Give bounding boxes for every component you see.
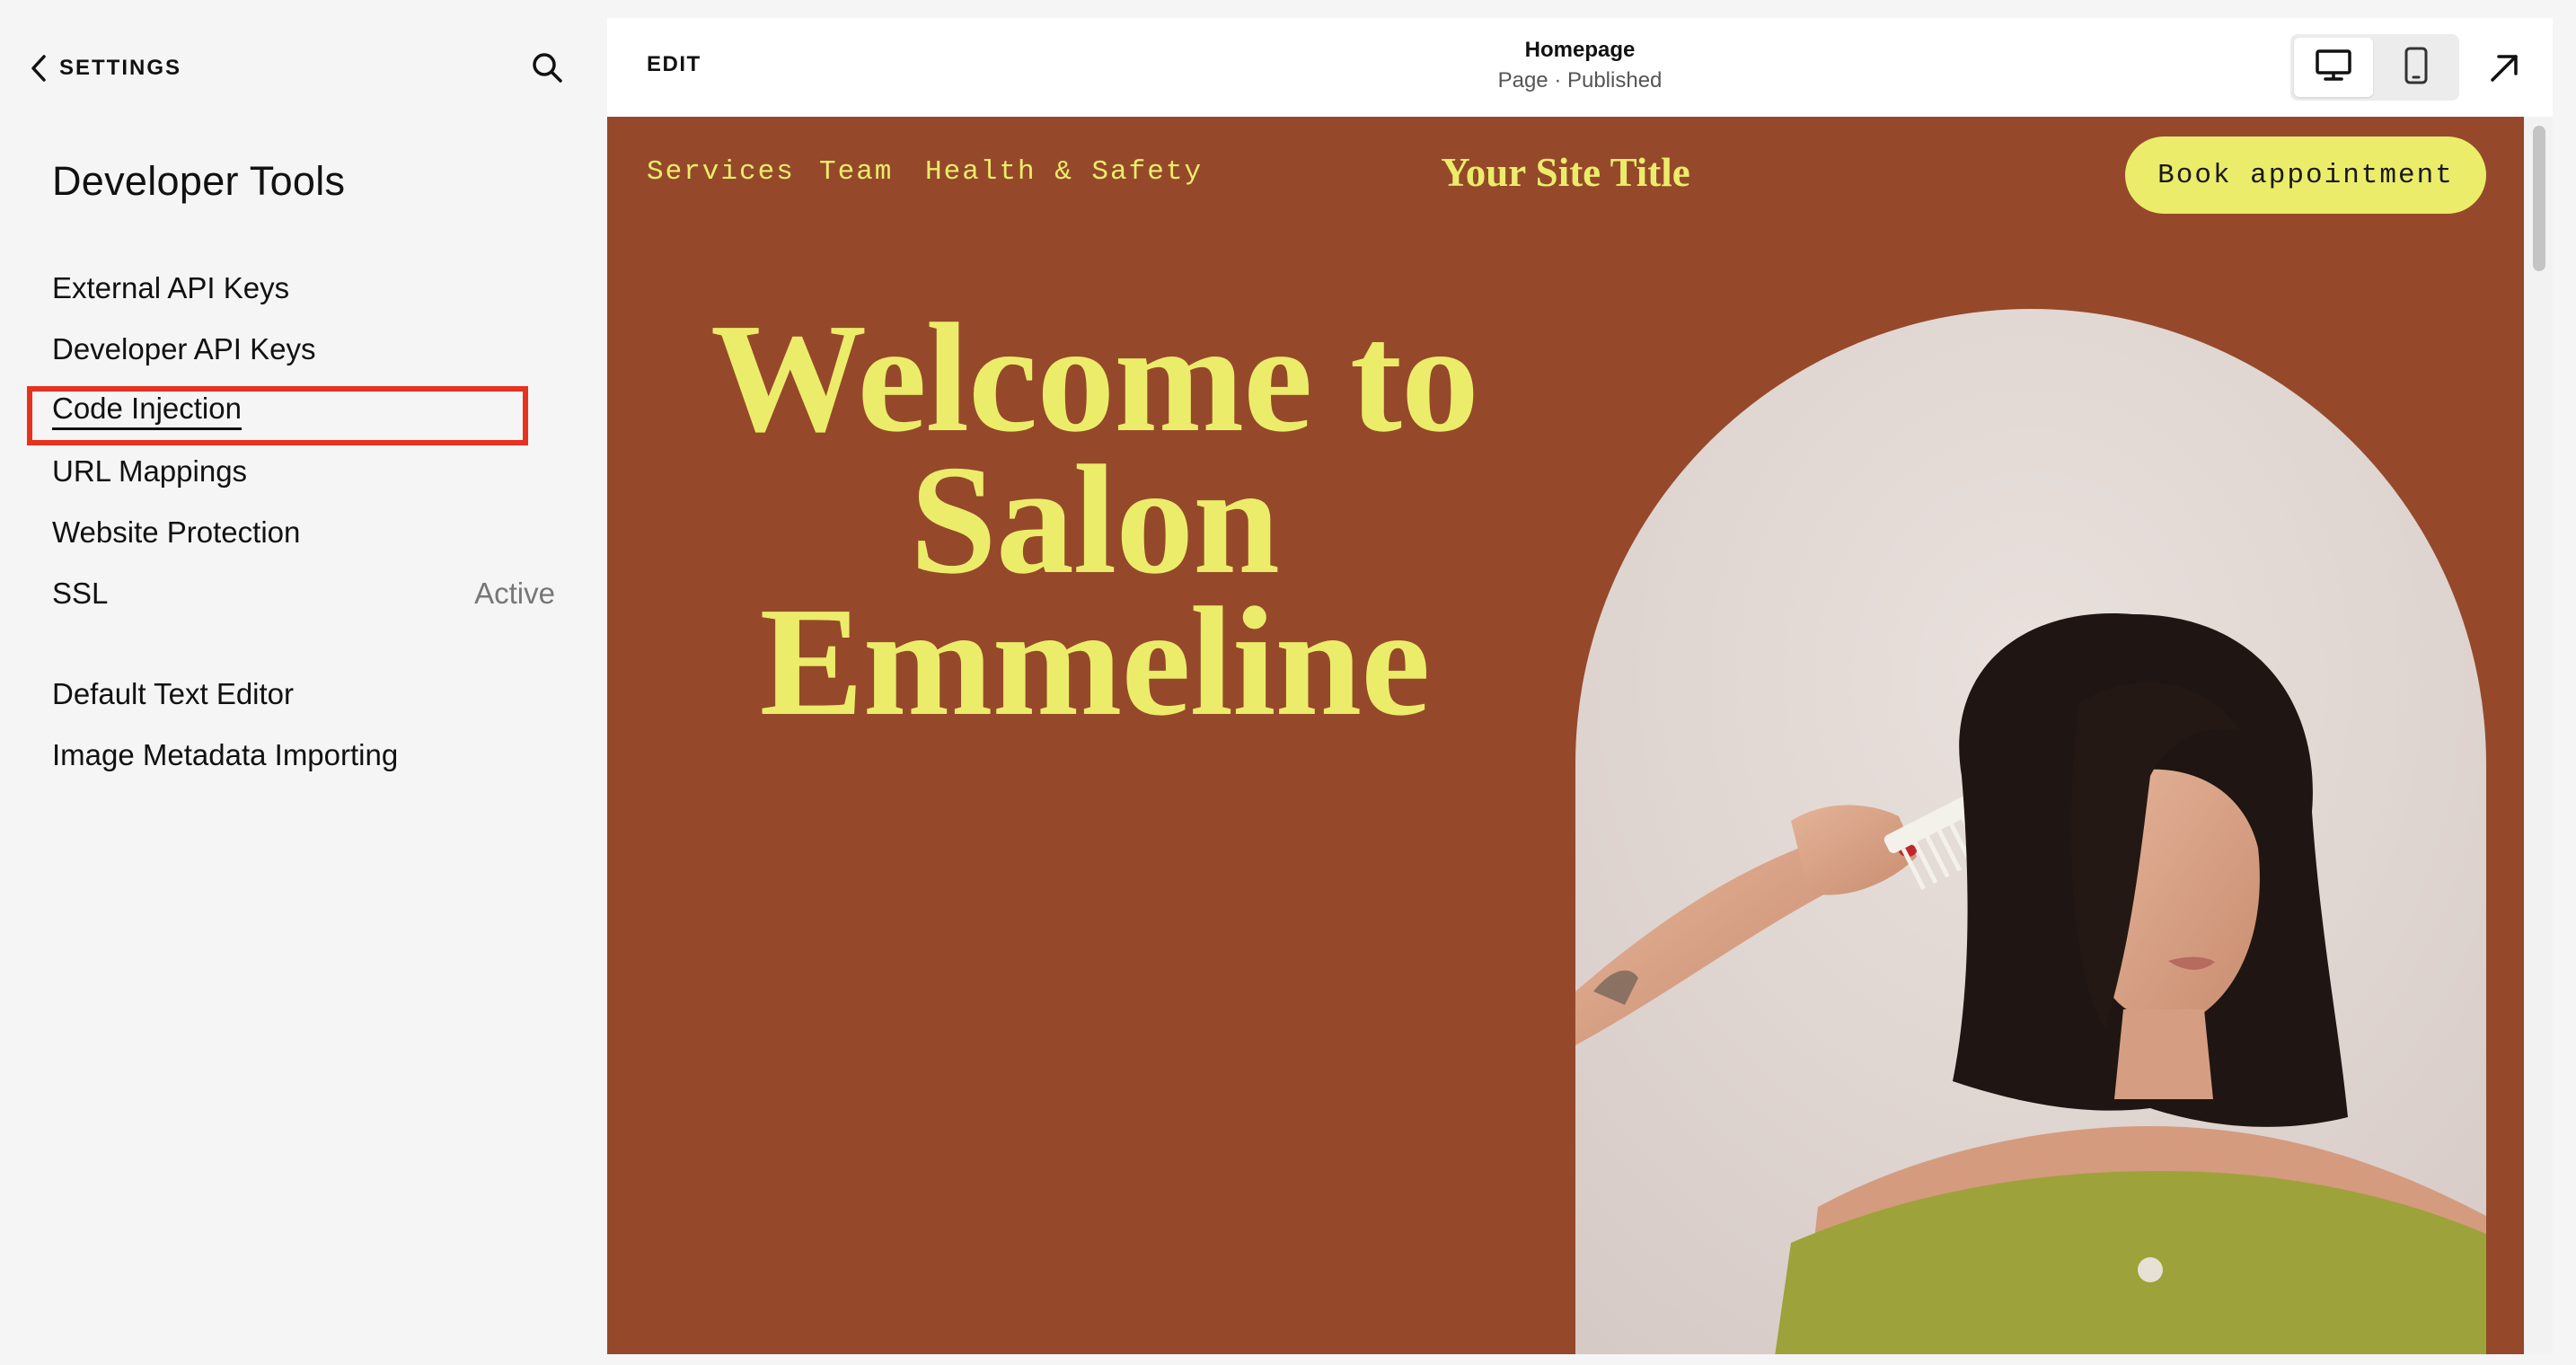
desktop-icon [2316, 48, 2351, 86]
panel-title: Developer Tools [52, 158, 346, 204]
headline-line: Emmeline [759, 575, 1431, 748]
site-canvas: Services Team Health & Safety Your Site … [607, 117, 2524, 1354]
ssl-status: Active [474, 577, 555, 610]
mobile-view-button[interactable] [2377, 38, 2456, 97]
headline-line: Welcome to [710, 291, 1479, 464]
arrow-up-right-icon [2488, 52, 2520, 89]
site-preview: EDIT Homepage Page · Published Services … [607, 18, 2553, 1354]
preview-scrollbar[interactable] [2524, 117, 2553, 1354]
page-name: Homepage [1524, 38, 1636, 62]
menu-item-ssl[interactable]: SSL Active [52, 572, 555, 615]
mobile-icon [2404, 47, 2428, 89]
back-label: SETTINGS [59, 56, 182, 80]
menu-item-developer-api-keys[interactable]: Developer API Keys [52, 328, 555, 371]
menu-item-image-metadata-importing[interactable]: Image Metadata Importing [52, 734, 555, 777]
menu-item-label: Website Protection [52, 515, 301, 549]
menu-item-default-text-editor[interactable]: Default Text Editor [52, 673, 555, 716]
back-to-settings-button[interactable]: SETTINGS [31, 50, 181, 86]
hero-headline: Welcome to Salon Emmeline [634, 291, 1555, 748]
menu-item-label: Developer API Keys [52, 332, 316, 365]
page-status: Page · Published [1497, 68, 1663, 92]
menu-item-url-mappings[interactable]: URL Mappings [52, 450, 555, 493]
menu-item-code-injection[interactable]: Code Injection [52, 389, 555, 432]
view-mode-toggle [2290, 34, 2459, 101]
menu-item-label: Code Injection [52, 392, 242, 430]
menu-item-external-api-keys[interactable]: External API Keys [52, 267, 555, 310]
menu-item-label: URL Mappings [52, 454, 248, 488]
menu-item-website-protection[interactable]: Website Protection [52, 511, 555, 554]
open-in-new-window-button[interactable] [2483, 48, 2526, 92]
search-button[interactable] [526, 48, 568, 90]
scrollbar-thumb[interactable] [2533, 126, 2545, 271]
search-icon [530, 50, 564, 89]
menu-item-label: External API Keys [52, 271, 290, 304]
desktop-view-button[interactable] [2294, 38, 2373, 97]
book-appointment-button[interactable]: Book appointment [2125, 136, 2486, 214]
menu-item-label: SSL [52, 577, 109, 610]
headline-line: Salon [910, 433, 1280, 606]
preview-toolbar: EDIT Homepage Page · Published [607, 18, 2553, 117]
chevron-left-icon [31, 55, 47, 82]
hero-photo [1575, 309, 2486, 1354]
menu-item-label: Default Text Editor [52, 677, 295, 710]
menu-item-label: Image Metadata Importing [52, 738, 399, 771]
settings-sidebar: SETTINGS Developer Tools External API Ke… [0, 0, 607, 1365]
